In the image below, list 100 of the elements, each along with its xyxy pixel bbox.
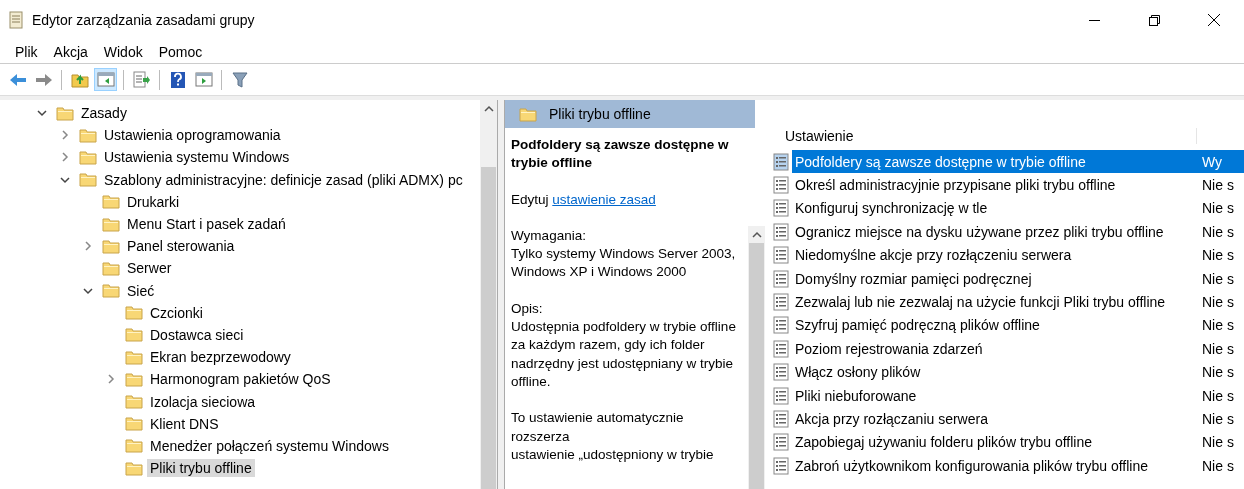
folder-icon bbox=[79, 172, 97, 188]
folder-icon bbox=[79, 127, 97, 143]
scrollbar-thumb[interactable] bbox=[481, 167, 496, 489]
description-text: To ustawienie automatycznie rozszerza ustawienie „udostępniony w trybie bbox=[511, 409, 715, 464]
action-pane-icon bbox=[194, 72, 213, 87]
menu-item[interactable]: Akcja bbox=[45, 43, 96, 60]
setting-state-cell: Wy bbox=[1196, 150, 1244, 174]
setting-icon bbox=[773, 199, 789, 218]
expand-caret-icon[interactable] bbox=[59, 151, 71, 164]
tree-item[interactable]: Sieć bbox=[124, 281, 158, 300]
folder-icon bbox=[102, 216, 120, 232]
column-header[interactable]: Ustawienie bbox=[765, 128, 1197, 144]
tree-item[interactable]: Drukarki bbox=[124, 192, 183, 211]
menu-item[interactable]: Plik bbox=[7, 43, 46, 60]
tree-item[interactable]: Harmonogram pakietów QoS bbox=[147, 370, 334, 389]
menu-item[interactable]: Widok bbox=[95, 43, 151, 60]
tree-item[interactable]: Czcionki bbox=[147, 303, 206, 322]
folder-icon bbox=[56, 105, 74, 121]
setting-state-cell-text: Nie s bbox=[1201, 293, 1235, 313]
scrollbar[interactable] bbox=[748, 226, 765, 489]
toolbar-button[interactable] bbox=[130, 68, 153, 91]
scrollbar[interactable] bbox=[480, 100, 497, 489]
tree-item[interactable]: Zasady bbox=[78, 104, 130, 123]
setting-state-cell-text: Nie s bbox=[1201, 176, 1235, 196]
folder-icon bbox=[125, 349, 143, 365]
setting-state-cell-text: Nie s bbox=[1201, 316, 1235, 336]
tree-item[interactable]: Izolacja sieciowa bbox=[147, 392, 259, 411]
export-list-icon bbox=[132, 71, 151, 88]
folder-icon bbox=[102, 194, 120, 210]
tree-item[interactable]: Klient DNS bbox=[147, 414, 222, 433]
scrollbar-thumb[interactable] bbox=[749, 243, 764, 489]
back-arrow-icon bbox=[8, 72, 27, 87]
setting-icon bbox=[773, 316, 789, 335]
tree-item[interactable]: Ustawienia oprogramowania bbox=[101, 126, 284, 145]
menu-item[interactable]: Pomoc bbox=[150, 43, 211, 60]
tree-item[interactable]: Serwer bbox=[124, 259, 175, 278]
setting-state-cell-text: Nie s bbox=[1201, 269, 1235, 289]
setting-state-cell-text: Nie s bbox=[1201, 433, 1235, 453]
forward-arrow-icon bbox=[34, 72, 53, 87]
setting-name-cell[interactable]: Niedomyślne akcje przy rozłączeniu serwera bbox=[792, 243, 1196, 267]
setting-icon bbox=[773, 410, 789, 428]
setting-state-cell-text: Nie s bbox=[1201, 246, 1235, 266]
close-icon bbox=[1208, 14, 1220, 26]
filter-icon bbox=[231, 71, 248, 88]
setting-icon bbox=[773, 456, 789, 475]
tree-pane-icon bbox=[96, 72, 115, 87]
folder-icon bbox=[125, 305, 143, 321]
setting-icon bbox=[773, 339, 789, 358]
folder-icon bbox=[519, 106, 537, 122]
setting-selected-icon bbox=[773, 152, 789, 171]
tree-item[interactable]: Dostawca sieci bbox=[147, 325, 247, 344]
folder-up-icon bbox=[70, 71, 89, 88]
requirements-label: Wymagania: bbox=[511, 226, 587, 245]
setting-name-cell[interactable]: Włącz osłony plików bbox=[792, 360, 1196, 384]
setting-name-cell[interactable]: Określ administracyjnie przypisane pliki trybu offline bbox=[792, 173, 1196, 197]
tree-item[interactable]: Panel sterowania bbox=[124, 237, 238, 256]
setting-state-cell-text: Nie s bbox=[1201, 199, 1235, 219]
tree-item[interactable]: Menedżer połączeń systemu Windows bbox=[147, 436, 392, 455]
tree-item[interactable]: Ekran bezprzewodowy bbox=[147, 348, 294, 367]
setting-name-cell[interactable]: Zapobiegaj używaniu folderu plików trybu offline bbox=[792, 430, 1196, 454]
setting-state-cell-text: Nie s bbox=[1201, 456, 1235, 476]
help-icon bbox=[169, 70, 186, 89]
setting-name-cell[interactable]: Ogranicz miejsce na dysku używane przez pliki trybu offline bbox=[792, 220, 1196, 244]
setting-name-cell[interactable]: Podfoldery są zawsze dostępne w trybie offline bbox=[792, 150, 1196, 174]
tree-item[interactable]: Ustawienia systemu Windows bbox=[101, 148, 293, 167]
restore-icon bbox=[1148, 14, 1160, 26]
setting-name-cell[interactable]: Zabroń użytkownikom konfigurowania plików trybu offline bbox=[792, 454, 1196, 478]
setting-icon bbox=[773, 386, 789, 405]
folder-icon bbox=[125, 416, 143, 432]
minimize-icon bbox=[1088, 19, 1100, 21]
folder-icon bbox=[125, 327, 143, 343]
expand-caret-icon[interactable] bbox=[82, 240, 94, 253]
setting-name-cell[interactable]: Szyfruj pamięć podręczną plików offline bbox=[792, 313, 1196, 337]
setting-icon bbox=[773, 176, 789, 195]
description-text: Udostępnia podfoldery w trybie offline za każdym razem, gdy ich folder nadrzędny jest udostępniany w trybie offline. bbox=[511, 318, 737, 391]
folder-icon bbox=[125, 460, 143, 476]
setting-state-cell-text: Nie s bbox=[1201, 363, 1235, 383]
setting-name-cell[interactable]: Akcja przy rozłączaniu serwera bbox=[792, 407, 1196, 431]
setting-name-cell[interactable]: Zezwalaj lub nie zezwalaj na użycie funkcji Pliki trybu offline bbox=[792, 290, 1196, 314]
folder-icon bbox=[102, 283, 120, 299]
setting-icon bbox=[773, 433, 789, 452]
expand-caret-icon[interactable] bbox=[105, 373, 117, 386]
setting-name-cell[interactable]: Pliki niebuforowane bbox=[792, 384, 1196, 408]
tree-item[interactable]: Menu Start i pasek zadań bbox=[124, 215, 289, 234]
tree-item[interactable]: Szablony administracyjne: definicje zasad (pliki ADMX) pc bbox=[101, 170, 466, 189]
setting-name-cell[interactable]: Konfiguruj synchronizację w tle bbox=[792, 196, 1196, 220]
expand-caret-icon[interactable] bbox=[59, 129, 71, 142]
setting-name-cell[interactable]: Domyślny rozmiar pamięci podręcznej bbox=[792, 267, 1196, 291]
folder-icon bbox=[102, 238, 120, 254]
policy-title: Podfoldery są zawsze dostępne w trybie offline bbox=[511, 136, 730, 173]
folder-icon bbox=[102, 260, 120, 276]
tree-item[interactable]: Pliki trybu offline bbox=[147, 459, 255, 478]
setting-name-cell[interactable]: Poziom rejestrowania zdarzeń bbox=[792, 337, 1196, 361]
folder-icon bbox=[125, 438, 143, 454]
setting-icon bbox=[773, 222, 789, 241]
edit-policy-link[interactable]: ustawienie zasad bbox=[552, 191, 656, 207]
setting-state-cell-text: Nie s bbox=[1201, 222, 1235, 242]
setting-icon bbox=[773, 246, 789, 265]
folder-icon bbox=[79, 149, 97, 165]
setting-state-cell-text: Nie s bbox=[1201, 339, 1235, 359]
